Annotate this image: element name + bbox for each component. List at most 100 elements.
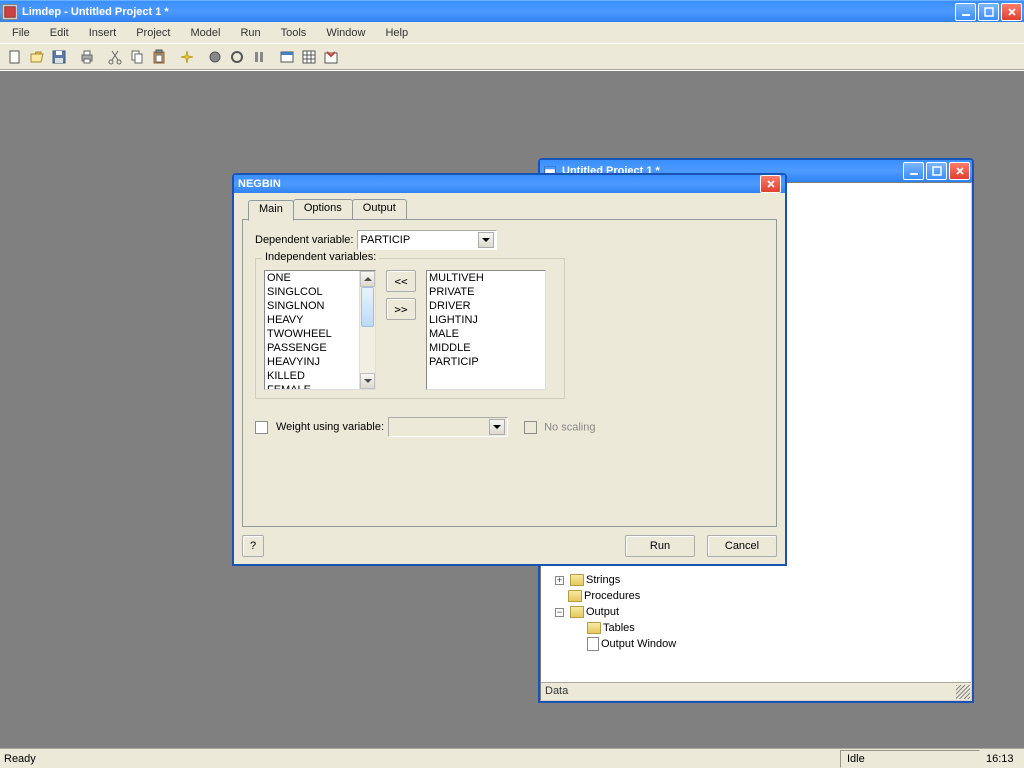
- tree-label: Output: [586, 606, 619, 618]
- pause-icon[interactable]: [248, 46, 270, 68]
- about-icon[interactable]: [320, 46, 342, 68]
- selected-listbox[interactable]: MULTIVEH PRIVATE DRIVER LIGHTINJ MALE MI…: [426, 270, 546, 390]
- collapse-icon[interactable]: −: [555, 608, 564, 617]
- expand-icon[interactable]: +: [555, 576, 564, 585]
- list-item[interactable]: PRIVATE: [429, 286, 543, 300]
- available-listbox[interactable]: ONE SINGLCOL SINGLNON HEAVY TWOWHEEL PAS…: [264, 270, 376, 390]
- negbin-dialog: NEGBIN Main Options Output Dependent var…: [232, 173, 787, 566]
- project-maximize-button[interactable]: [926, 162, 947, 180]
- weight-label: Weight using variable:: [276, 421, 384, 433]
- menu-help[interactable]: Help: [377, 25, 416, 41]
- status-left: Ready: [0, 750, 838, 768]
- list-item[interactable]: MULTIVEH: [429, 272, 543, 286]
- tree-item-strings[interactable]: + Strings: [547, 572, 965, 588]
- project-close-button[interactable]: [949, 162, 970, 180]
- menu-model[interactable]: Model: [182, 25, 228, 41]
- app-icon: [2, 4, 18, 20]
- cut-icon[interactable]: [104, 46, 126, 68]
- list-item[interactable]: FEMALE: [267, 384, 357, 390]
- list-item[interactable]: MALE: [429, 328, 543, 342]
- menu-run[interactable]: Run: [232, 25, 268, 41]
- list-item[interactable]: ONE: [267, 272, 357, 286]
- project-tree[interactable]: + Strings Procedures − Output Tables: [547, 572, 965, 678]
- status-mid: Idle: [840, 750, 980, 768]
- toolbar: [0, 44, 1024, 70]
- scroll-up-icon[interactable]: [360, 271, 375, 287]
- dependent-combo[interactable]: PARTICIP: [357, 230, 497, 250]
- no-scaling-option: No scaling: [524, 421, 595, 434]
- list-item[interactable]: MIDDLE: [429, 342, 543, 356]
- list-item[interactable]: HEAVYINJ: [267, 356, 357, 370]
- tab-strip: Main Options Output: [248, 199, 777, 219]
- scroll-down-icon[interactable]: [360, 373, 375, 389]
- record-icon[interactable]: [226, 46, 248, 68]
- project-minimize-button[interactable]: [903, 162, 924, 180]
- list-item[interactable]: DRIVER: [429, 300, 543, 314]
- minimize-button[interactable]: [955, 3, 976, 21]
- dialog-titlebar: NEGBIN: [234, 175, 785, 193]
- main-titlebar: Limdep - Untitled Project 1 *: [0, 0, 1024, 22]
- dialog-close-button[interactable]: [760, 175, 781, 193]
- run-button[interactable]: Run: [625, 535, 695, 557]
- print-icon[interactable]: [76, 46, 98, 68]
- menu-file[interactable]: File: [4, 25, 38, 41]
- list-item[interactable]: SINGLNON: [267, 300, 357, 314]
- new-icon[interactable]: [4, 46, 26, 68]
- tab-main[interactable]: Main: [248, 200, 294, 221]
- resize-grip[interactable]: [956, 685, 970, 699]
- menu-project[interactable]: Project: [128, 25, 178, 41]
- status-time: 16:13: [980, 750, 1024, 768]
- statusbar: Ready Idle 16:13: [0, 748, 1024, 768]
- folder-open-icon: [570, 606, 584, 618]
- document-icon: [587, 637, 599, 651]
- cancel-button[interactable]: Cancel: [707, 535, 777, 557]
- spark-icon[interactable]: [176, 46, 198, 68]
- weight-checkbox[interactable]: [255, 421, 268, 434]
- help-button[interactable]: ?: [242, 535, 264, 557]
- paste-icon[interactable]: [148, 46, 170, 68]
- list-item[interactable]: LIGHTINJ: [429, 314, 543, 328]
- go-icon[interactable]: [204, 46, 226, 68]
- list-item[interactable]: KILLED: [267, 370, 357, 384]
- tab-options[interactable]: Options: [293, 199, 353, 219]
- grid-icon[interactable]: [298, 46, 320, 68]
- list-item[interactable]: HEAVY: [267, 314, 357, 328]
- tree-item-procedures[interactable]: Procedures: [547, 588, 965, 604]
- dependent-label: Dependent variable:: [255, 234, 353, 246]
- save-icon[interactable]: [48, 46, 70, 68]
- list-item[interactable]: PASSENGE: [267, 342, 357, 356]
- move-right-button[interactable]: >>: [386, 298, 416, 320]
- menu-window[interactable]: Window: [318, 25, 373, 41]
- dependent-value: PARTICIP: [360, 234, 478, 246]
- menu-edit[interactable]: Edit: [42, 25, 77, 41]
- menu-tools[interactable]: Tools: [273, 25, 315, 41]
- project-status-text: Data: [545, 685, 568, 697]
- tree-item-tables[interactable]: Tables: [547, 620, 965, 636]
- move-left-button[interactable]: <<: [386, 270, 416, 292]
- maximize-button[interactable]: [978, 3, 999, 21]
- independent-label: Independent variables:: [262, 251, 379, 263]
- window-icon[interactable]: [276, 46, 298, 68]
- no-scaling-checkbox: [524, 421, 537, 434]
- scroll-thumb[interactable]: [361, 287, 374, 327]
- tree-label: Output Window: [601, 638, 676, 650]
- dropdown-icon[interactable]: [478, 232, 494, 248]
- list-item[interactable]: SINGLCOL: [267, 286, 357, 300]
- copy-icon[interactable]: [126, 46, 148, 68]
- tree-item-output[interactable]: − Output: [547, 604, 965, 620]
- close-button[interactable]: [1001, 3, 1022, 21]
- tree-label: Procedures: [584, 590, 640, 602]
- menu-insert[interactable]: Insert: [81, 25, 125, 41]
- list-item[interactable]: TWOWHEEL: [267, 328, 357, 342]
- list-item[interactable]: PARTICIP: [429, 356, 543, 370]
- open-icon[interactable]: [26, 46, 48, 68]
- tab-output[interactable]: Output: [352, 199, 407, 219]
- folder-icon: [570, 574, 584, 586]
- project-status: Data: [541, 682, 971, 700]
- tree-item-output-window[interactable]: Output Window: [547, 636, 965, 652]
- folder-icon: [568, 590, 582, 602]
- tree-label: Strings: [586, 574, 620, 586]
- scrollbar[interactable]: [359, 271, 375, 389]
- tab-panel-main: Dependent variable: PARTICIP Independent…: [242, 219, 777, 527]
- no-scaling-label: No scaling: [544, 421, 595, 433]
